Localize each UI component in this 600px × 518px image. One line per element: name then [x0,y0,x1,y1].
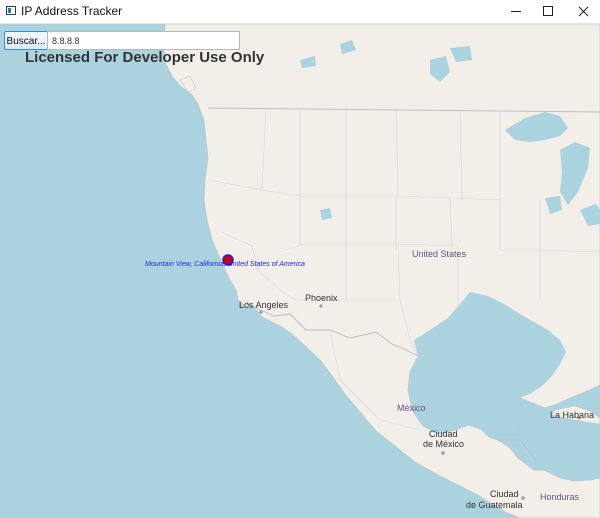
map-label-phoenix: Phoenix [305,293,338,303]
title-bar: IP Address Tracker [0,0,600,24]
window-title: IP Address Tracker [21,4,123,18]
map-label-ciudad-de-mexico-line2: de México [423,439,465,449]
map-label-ciudad-de-guatemala-line1: Ciudad [490,489,519,499]
map-label-mexico: México [397,403,426,413]
close-button[interactable] [560,0,600,23]
map-label-united-states: United States [412,249,467,259]
map-label-honduras: Honduras [540,492,580,502]
map-label-ciudad-de-guatemala-line2: de Guatemala [466,500,523,510]
location-marker-label: Mountain View, California, United States… [145,261,305,268]
map-canvas[interactable] [0,24,600,518]
app-icon [6,6,16,15]
map-label-ciudad-de-mexico-line1: Ciudad [429,429,458,439]
ip-address-input[interactable]: 8.8.8.8 [47,31,240,50]
map-view[interactable] [0,24,600,518]
license-watermark: Licensed For Developer Use Only [25,49,265,66]
map-label-la-habana: La Habana [550,410,595,420]
map-label-los-angeles: Los Angeles [239,300,289,310]
search-button[interactable]: Buscar... [4,31,48,50]
